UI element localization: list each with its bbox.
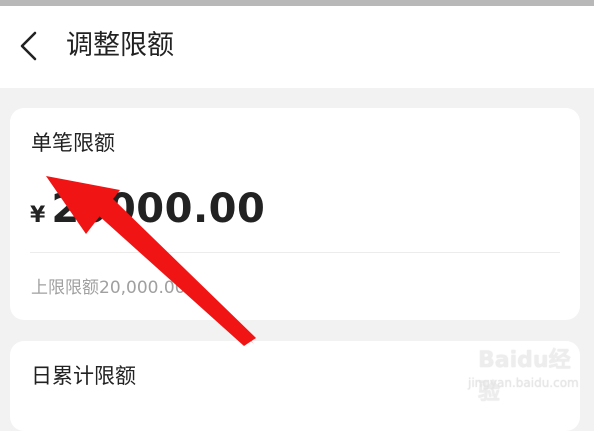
daily-limit-title: 日累计限额 <box>31 364 136 388</box>
page-title: 调整限额 <box>66 30 174 61</box>
single-limit-amount-input[interactable] <box>51 186 452 232</box>
chevron-left-icon <box>20 31 37 61</box>
single-limit-card: 单笔限额 ¥ 上限限额20,000.00 <box>10 108 580 320</box>
max-limit-hint: 上限限额20,000.00 <box>31 278 186 298</box>
divider <box>30 252 560 253</box>
currency-symbol: ¥ <box>30 203 46 228</box>
amount-row: ¥ <box>30 186 560 242</box>
back-button[interactable] <box>8 26 48 66</box>
top-nav-bar: 调整限额 <box>0 6 594 88</box>
single-limit-title: 单笔限额 <box>31 131 115 155</box>
daily-limit-card[interactable]: 日累计限额 <box>10 341 580 431</box>
